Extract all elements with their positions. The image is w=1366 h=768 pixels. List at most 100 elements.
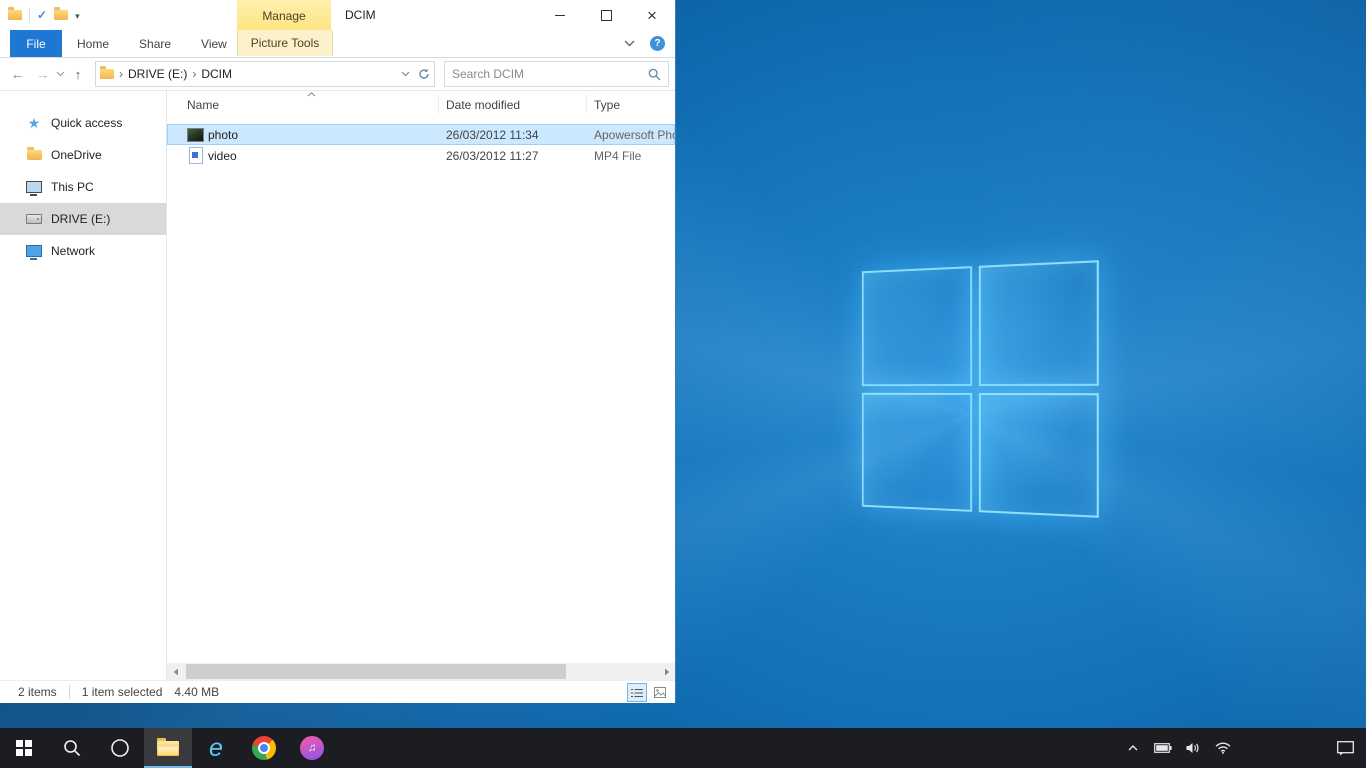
close-button[interactable] xyxy=(629,0,675,30)
title-bar[interactable]: Manage DCIM xyxy=(0,0,675,30)
window-title: DCIM xyxy=(345,0,376,30)
tab-home[interactable]: Home xyxy=(62,30,124,57)
view-buttons xyxy=(627,683,670,702)
column-header-date-modified[interactable]: Date modified xyxy=(446,98,594,112)
location-folder-icon xyxy=(100,69,114,79)
expand-ribbon-chevron-icon[interactable] xyxy=(624,40,635,47)
details-view-button[interactable] xyxy=(627,683,647,702)
scrollbar-thumb[interactable] xyxy=(186,664,566,679)
window-folder-icon xyxy=(8,10,22,20)
sidebar-item-quick-access[interactable]: Quick access xyxy=(0,107,166,139)
close-icon xyxy=(647,7,657,24)
sidebar-item-label: DRIVE (E:) xyxy=(51,212,110,226)
large-icons-view-button[interactable] xyxy=(650,683,670,702)
ribbon-right-controls: ? xyxy=(624,30,665,56)
forward-button[interactable]: → xyxy=(31,67,54,81)
new-folder-icon[interactable] xyxy=(54,10,68,20)
search-icon[interactable] xyxy=(648,68,668,81)
windows-start-icon xyxy=(16,740,32,756)
help-button[interactable]: ? xyxy=(650,36,665,51)
taskbar-search-button[interactable] xyxy=(48,728,96,768)
properties-icon[interactable] xyxy=(37,8,47,22)
navigation-bar: ← → ↑ DRIVE (E:) DCIM xyxy=(0,58,675,91)
tab-file[interactable]: File xyxy=(10,30,62,57)
customize-quick-access-chevron-icon[interactable] xyxy=(75,8,80,22)
scroll-right-arrow-icon[interactable] xyxy=(658,663,675,680)
cortana-button[interactable] xyxy=(96,728,144,768)
windows-logo-pane xyxy=(978,393,1098,518)
video-file-icon xyxy=(187,148,204,164)
sidebar-item-label: Quick access xyxy=(51,116,122,130)
selection-size: 4.40 MB xyxy=(174,685,219,699)
windows-logo-pane xyxy=(978,260,1098,385)
up-button[interactable]: ↑ xyxy=(67,68,89,81)
start-button[interactable] xyxy=(0,728,48,768)
selection-count: 1 item selected xyxy=(82,685,163,699)
column-divider[interactable] xyxy=(586,95,587,114)
windows-logo-wallpaper xyxy=(862,260,1099,518)
internet-explorer-icon xyxy=(209,736,223,761)
screen: Manage DCIM File Home Share View Picture… xyxy=(0,0,1366,768)
minimize-icon xyxy=(555,15,565,16)
window-controls xyxy=(537,0,675,30)
sidebar-item-onedrive[interactable]: OneDrive xyxy=(0,139,166,171)
search-box[interactable] xyxy=(444,61,669,87)
tab-view[interactable]: View xyxy=(186,30,242,57)
column-header-type[interactable]: Type xyxy=(594,98,675,112)
show-hidden-icons-chevron-icon[interactable] xyxy=(1124,739,1142,757)
file-explorer-icon xyxy=(157,741,179,756)
cortana-icon xyxy=(110,738,130,758)
taskbar-internet-explorer-button[interactable] xyxy=(192,728,240,768)
sidebar-item-label: This PC xyxy=(51,180,94,194)
divider xyxy=(29,8,30,22)
action-center-icon xyxy=(1337,741,1354,756)
sidebar-item-this-pc[interactable]: This PC xyxy=(0,171,166,203)
system-tray xyxy=(1124,728,1232,768)
file-name: video xyxy=(208,149,446,163)
maximize-icon xyxy=(601,10,612,21)
breadcrumb-separator-icon xyxy=(114,67,128,81)
onedrive-icon xyxy=(26,147,42,163)
action-center-button[interactable] xyxy=(1337,728,1354,768)
volume-icon[interactable] xyxy=(1184,739,1202,757)
breadcrumb-separator-icon xyxy=(187,67,201,81)
taskbar-chrome-button[interactable] xyxy=(240,728,288,768)
column-header-name[interactable]: Name xyxy=(167,98,446,112)
file-row-video[interactable]: video 26/03/2012 11:27 MP4 File xyxy=(167,145,675,166)
search-icon xyxy=(63,739,81,757)
file-type: MP4 File xyxy=(594,149,675,163)
breadcrumb-drive[interactable]: DRIVE (E:) xyxy=(128,67,187,81)
address-bar[interactable]: DRIVE (E:) DCIM xyxy=(95,61,435,87)
file-name: photo xyxy=(208,128,446,142)
tab-picture-tools[interactable]: Picture Tools xyxy=(237,30,333,56)
scroll-left-arrow-icon[interactable] xyxy=(167,663,184,680)
network-wifi-icon[interactable] xyxy=(1214,739,1232,757)
file-list-area: Name Date modified Type photo 26/03/2012… xyxy=(167,91,675,680)
back-button[interactable]: ← xyxy=(6,67,29,81)
horizontal-scrollbar[interactable] xyxy=(167,663,675,680)
refresh-icon[interactable] xyxy=(418,68,430,80)
file-explorer-window: Manage DCIM File Home Share View Picture… xyxy=(0,0,676,702)
address-dropdown-chevron-icon[interactable] xyxy=(401,71,410,77)
windows-logo-pane xyxy=(862,392,972,511)
explorer-body: Quick access OneDrive This PC DRIVE (E:)… xyxy=(0,91,675,680)
tab-share[interactable]: Share xyxy=(124,30,186,57)
column-divider[interactable] xyxy=(438,95,439,114)
sidebar-item-label: OneDrive xyxy=(51,148,102,162)
search-input[interactable] xyxy=(445,67,648,81)
file-row-photo[interactable]: photo 26/03/2012 11:34 Apowersoft Pho xyxy=(167,124,675,145)
taskbar-file-explorer-button[interactable] xyxy=(144,728,192,768)
taskbar-itunes-button[interactable] xyxy=(288,728,336,768)
battery-icon[interactable] xyxy=(1154,739,1172,757)
sidebar-item-drive-e[interactable]: DRIVE (E:) xyxy=(0,203,166,235)
sidebar-item-network[interactable]: Network xyxy=(0,235,166,267)
breadcrumb-dcim[interactable]: DCIM xyxy=(201,67,232,81)
drive-icon xyxy=(26,211,42,227)
sidebar-item-label: Network xyxy=(51,244,95,258)
minimize-button[interactable] xyxy=(537,0,583,30)
recent-locations-chevron-icon[interactable] xyxy=(56,71,65,77)
file-rows: photo 26/03/2012 11:34 Apowersoft Pho vi… xyxy=(167,119,675,166)
file-date-modified: 26/03/2012 11:34 xyxy=(446,128,594,142)
manage-contextual-group[interactable]: Manage xyxy=(237,0,331,31)
maximize-button[interactable] xyxy=(583,0,629,30)
